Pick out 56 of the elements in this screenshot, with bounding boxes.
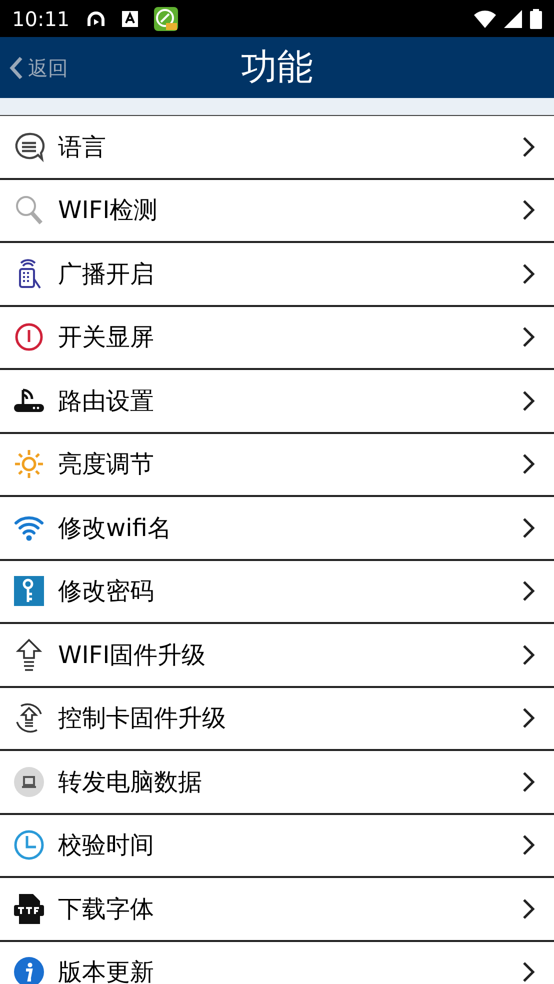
wifi-icon [14,514,44,542]
font-file-icon [13,892,45,925]
menu-item-label: 开关显屏 [58,322,154,354]
menu-item-label: 下载字体 [58,894,154,925]
menu-item-label: 修改wifi名 [58,512,172,544]
clock-icon [13,829,45,862]
chevron-right-icon [522,390,536,412]
menu-item[interactable]: 校验时间 [0,814,554,878]
chevron-right-icon [522,644,536,666]
power-icon [14,322,44,352]
headphones-icon [86,10,106,28]
menu-item[interactable]: 版本更新 [0,942,554,984]
info-icon [13,956,45,984]
menu-item-label: 版本更新 [58,957,154,984]
menu-item-label: 广播开启 [58,258,154,290]
menu-item-label: 控制卡固件升级 [58,703,226,734]
key-icon [13,575,45,608]
chevron-right-icon [522,199,536,222]
clock-time: 10:11 [12,6,70,32]
back-button[interactable]: 返回 [8,37,68,98]
chevron-right-icon [522,707,536,730]
menu-item[interactable]: 开关显屏 [0,306,554,370]
circular-upload-icon [13,701,45,736]
sun-icon [14,449,44,480]
chevron-right-icon [522,580,536,602]
chevron-right-icon [522,898,536,920]
battery-icon [530,8,542,28]
menu-item-label: WIFI固件升级 [58,640,206,671]
cell-signal-icon [504,10,522,28]
upload-arrow-icon [15,638,43,672]
menu-item-label: 路由设置 [58,386,154,417]
page-title: 功能 [241,46,313,90]
chevron-right-icon [522,516,536,539]
menu-item-label: 转发电脑数据 [58,766,202,798]
menu-item-label: 亮度调节 [58,449,154,480]
chevron-right-icon [522,136,536,158]
monitor-icon [13,766,45,798]
app-notification-icon [122,10,138,26]
menu-item-label: WIFI检测 [58,195,158,226]
menu-item[interactable]: WIFI检测 [0,180,554,243]
menu-item-label: 修改密码 [58,576,154,608]
wifi-signal-icon [474,10,496,28]
menu-item[interactable]: 亮度调节 [0,434,554,497]
menu-item-label: 语言 [58,132,106,163]
chevron-right-icon [522,961,536,984]
chat-bubble-icon [13,130,45,163]
chevron-right-icon [522,770,536,793]
menu-item-label: 校验时间 [58,830,154,862]
chevron-right-icon [522,326,536,348]
menu-item[interactable]: 修改密码 [0,560,554,624]
search-icon [14,194,44,226]
back-chevron-icon [8,56,24,80]
chevron-right-icon [522,453,536,476]
chevron-right-icon [522,262,536,285]
menu-item[interactable]: 控制卡固件升级 [0,688,554,751]
chevron-right-icon [522,834,536,856]
